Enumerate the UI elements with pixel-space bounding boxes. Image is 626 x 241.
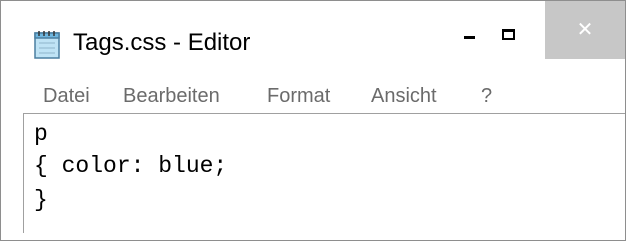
menu-item-datei[interactable]: Datei — [43, 83, 90, 109]
notepad-icon — [33, 29, 61, 59]
minimize-button[interactable] — [449, 1, 495, 53]
maximize-icon — [502, 29, 515, 40]
close-icon: ✕ — [576, 17, 594, 41]
menu-item-ansicht[interactable]: Ansicht — [371, 83, 437, 109]
menu-item-bearbeiten[interactable]: Bearbeiten — [123, 83, 220, 109]
editor-line-2: { color: blue; — [34, 153, 228, 179]
menu-item-format[interactable]: Format — [267, 83, 330, 109]
maximize-button[interactable] — [495, 1, 541, 53]
menu-item-help[interactable]: ? — [481, 83, 492, 109]
notepad-window: Tags.css - Editor ✕ Datei Bearbeiten For… — [0, 0, 626, 241]
editor-line-3: } — [34, 187, 48, 213]
title-bar[interactable]: Tags.css - Editor ✕ — [1, 1, 625, 81]
menu-bar: Datei Bearbeiten Format Ansicht ? — [1, 81, 625, 113]
minimize-icon — [464, 36, 475, 39]
text-editor-area[interactable]: p { color: blue; } — [23, 113, 625, 233]
window-title: Tags.css - Editor — [73, 29, 251, 56]
close-button[interactable]: ✕ — [545, 1, 625, 59]
editor-line-1: p — [34, 121, 48, 147]
